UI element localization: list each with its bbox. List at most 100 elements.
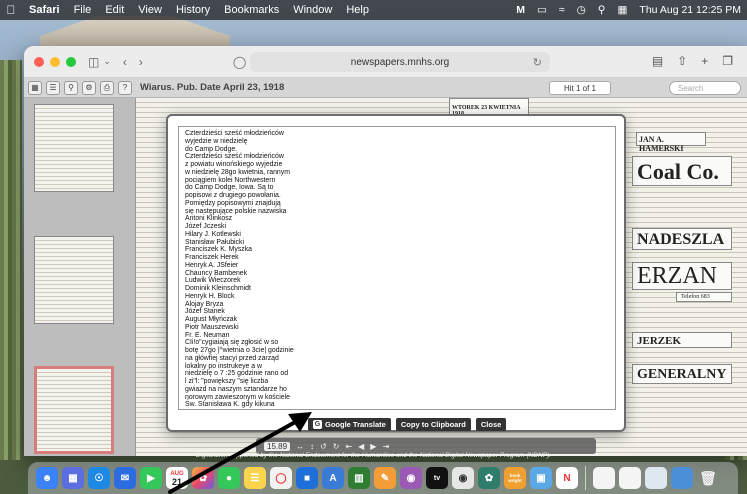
menu-app-name[interactable]: Safari xyxy=(22,4,67,16)
launchpad-icon[interactable]: ▦ xyxy=(62,467,84,489)
zoom-window-button[interactable] xyxy=(66,56,76,67)
annotation-arrow-icon xyxy=(168,412,312,494)
print-icon[interactable]: ⎙ xyxy=(100,80,114,95)
numbers-icon[interactable]: ▥ xyxy=(348,467,370,489)
mail-icon[interactable]: ✉ xyxy=(114,467,136,489)
reader-icon[interactable]: ▤ xyxy=(652,54,663,68)
appstore-icon[interactable]: A xyxy=(322,467,344,489)
ocr-text-line: w niedzielę 28go kwietnia, rannym xyxy=(185,168,290,176)
downloads-folder-icon[interactable] xyxy=(671,467,693,489)
menu-help[interactable]: Help xyxy=(339,4,376,16)
ocr-text-line: do Camp Dodge, Iowa. Są to xyxy=(185,184,274,192)
dock-separator xyxy=(585,466,586,490)
ocr-text-line: Chauncy Bambenek xyxy=(185,269,248,277)
toolbar-right: ▤ ⇧ + ❐ xyxy=(652,54,733,68)
bookwright-icon[interactable]: book wright xyxy=(504,467,526,489)
news-icon[interactable]: N xyxy=(556,467,578,489)
list-view-icon[interactable]: ☰ xyxy=(46,80,60,95)
preview-icon[interactable]: ▣ xyxy=(530,467,552,489)
menu-view[interactable]: View xyxy=(131,4,169,16)
share-icon[interactable]: ⇧ xyxy=(677,54,687,68)
prev-page-icon[interactable]: ◀ xyxy=(358,442,364,451)
document-icon[interactable] xyxy=(619,467,641,489)
ocr-text-line: do Camp Dodge. xyxy=(185,145,238,153)
new-tab-icon[interactable]: + xyxy=(701,54,708,68)
paper-jerzek-fragment: JERZEK xyxy=(632,332,732,348)
menu-bookmarks[interactable]: Bookmarks xyxy=(217,4,286,16)
ocr-text-area[interactable]: Czterdzieści sześć młodzieńców wyjedzie w… xyxy=(178,126,616,410)
ocr-text-line: August Młyńczak xyxy=(185,316,238,323)
hit-counter[interactable]: Hit 1 of 1 xyxy=(549,81,611,95)
close-window-button[interactable] xyxy=(34,56,44,67)
ocr-text-line: Hilary J. Kotlewski xyxy=(185,230,241,238)
menu-file[interactable]: File xyxy=(67,4,99,16)
ocr-text-line: niedzielę o 7 :25 godzinie rano od xyxy=(185,370,289,378)
viewer-search-input[interactable]: Search xyxy=(669,81,741,95)
recent-window-icon[interactable] xyxy=(645,467,667,489)
pages-icon[interactable]: ✎ xyxy=(374,467,396,489)
ocr-text-line: Stanisław Pałubicki xyxy=(185,238,244,246)
spotlight-icon[interactable]: ⚲ xyxy=(598,4,606,16)
url-text: newspapers.mnhs.org xyxy=(350,56,450,68)
google-translate-button[interactable]: G Google Translate xyxy=(308,418,391,431)
paper-generalny-fragment: GENERALNY xyxy=(632,364,732,384)
ocr-text-line: się następujące polskie nazwiska xyxy=(185,207,287,215)
battery-icon[interactable]: ▭ xyxy=(537,4,547,16)
ocr-text-line: gwiazd na naszym sztandarze ho xyxy=(185,385,287,393)
forward-icon[interactable]: › xyxy=(139,55,143,69)
ocr-text-line: Dominik Kleinschmidt xyxy=(185,285,251,292)
apple-icon[interactable]:  xyxy=(0,3,22,17)
first-page-icon[interactable]: ⇤ xyxy=(345,442,352,451)
page-thumbnail[interactable] xyxy=(34,236,114,324)
grid-view-icon[interactable]: ▦ xyxy=(28,80,42,95)
sidebar-toggle-icon[interactable]: ◫ xyxy=(88,55,99,69)
rotate-right-icon[interactable]: ↻ xyxy=(333,442,340,451)
paper-nadeszla-fragment: NADESZLA xyxy=(632,228,732,250)
paper-coal-fragment: Coal Co. xyxy=(632,156,732,186)
menu-window[interactable]: Window xyxy=(286,4,339,16)
status-m-icon[interactable]: M xyxy=(516,4,525,16)
paper-telefon-fragment: Telefon 683 xyxy=(676,292,732,302)
trash-icon[interactable]: 🗑 xyxy=(697,467,719,489)
menu-history[interactable]: History xyxy=(169,4,217,16)
menu-clock[interactable]: Thu Aug 21 12:25 PM xyxy=(639,4,741,16)
ancestry-icon[interactable]: ✿ xyxy=(478,467,500,489)
next-page-icon[interactable]: ▶ xyxy=(370,442,376,451)
page-thumbnail[interactable] xyxy=(34,104,114,192)
time-machine-icon[interactable]: ◷ xyxy=(577,4,586,16)
podcasts-icon[interactable]: ◉ xyxy=(400,467,422,489)
minimize-window-button[interactable] xyxy=(50,56,60,67)
close-dialog-button[interactable]: Close xyxy=(475,418,507,431)
help-icon[interactable]: ? xyxy=(118,80,132,95)
rotate-left-icon[interactable]: ↺ xyxy=(320,442,327,451)
address-bar[interactable]: newspapers.mnhs.org ↻ xyxy=(250,52,550,72)
page-thumbnail-selected[interactable] xyxy=(34,366,114,454)
last-page-icon[interactable]: ⇥ xyxy=(382,442,389,451)
window-controls xyxy=(34,56,76,67)
ocr-text-line: Fr. E. Neuman xyxy=(185,331,230,339)
back-icon[interactable]: ‹ xyxy=(123,55,127,69)
privacy-shield-icon[interactable]: ◯ xyxy=(233,55,246,69)
bookwright-label: book wright xyxy=(508,473,522,483)
viewer-footer-credit: Digitization supported by the National E… xyxy=(195,452,552,459)
dock: ☻ ▦ ☉ ✉ ▶ AUG 21 ✿ ● ☰ ◯ ■ A ▥ ✎ ◉ tv ◉ … xyxy=(28,462,738,494)
chrome-icon[interactable]: ◉ xyxy=(452,467,474,489)
ocr-text-line: Pomiędzy popisowymi znajdują xyxy=(185,199,281,207)
control-center-icon[interactable]: ▦ xyxy=(618,4,628,16)
ocr-text-line: Piotr Mauszewski xyxy=(185,323,239,331)
ocr-text-line: Józef Stanek xyxy=(185,308,225,316)
safari-toolbar: ◫ ⌄ ‹ › ◯ newspapers.mnhs.org ↻ ▤ ⇧ + ❐ xyxy=(24,46,747,78)
tab-overview-icon[interactable]: ❐ xyxy=(722,54,733,68)
magnify-icon[interactable]: ⚲ xyxy=(64,80,78,95)
ocr-text-line: Franciszek K. Myszka xyxy=(185,246,253,254)
settings-icon[interactable]: ⚙ xyxy=(82,80,96,95)
wifi-icon[interactable]: ≈ xyxy=(559,4,565,16)
copy-to-clipboard-button[interactable]: Copy to Clipboard xyxy=(395,418,471,431)
finder-icon[interactable]: ☻ xyxy=(36,467,58,489)
safari-icon[interactable]: ☉ xyxy=(88,467,110,489)
menu-edit[interactable]: Edit xyxy=(98,4,131,16)
reload-icon[interactable]: ↻ xyxy=(533,56,542,69)
document-icon[interactable] xyxy=(593,467,615,489)
chevron-down-icon[interactable]: ⌄ xyxy=(103,56,111,67)
appletv-icon[interactable]: tv xyxy=(426,467,448,489)
